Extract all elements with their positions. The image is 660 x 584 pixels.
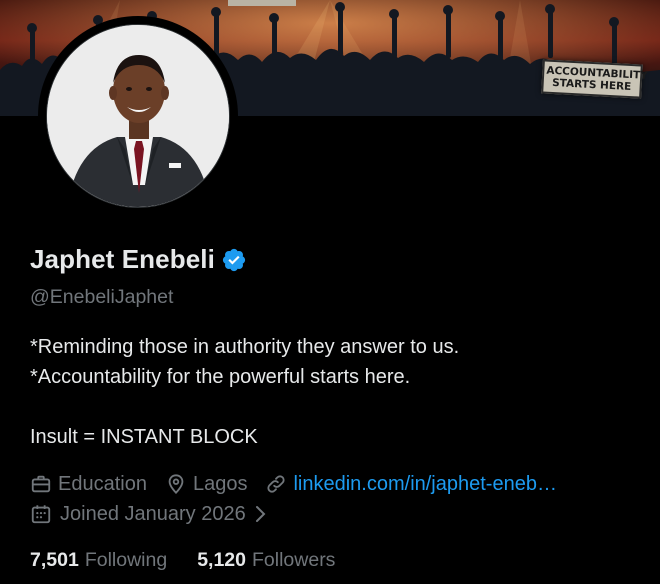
meta-location: Lagos bbox=[165, 472, 248, 496]
avatar[interactable] bbox=[46, 24, 230, 208]
website-link[interactable]: linkedin.com/in/japhet-eneb… bbox=[293, 473, 557, 496]
following-label: Following bbox=[84, 548, 168, 571]
chevron-right-icon[interactable] bbox=[252, 504, 268, 524]
meta-category: Education bbox=[30, 473, 147, 496]
followers-label: Followers bbox=[252, 548, 336, 571]
joined-date: Joined January 2026 bbox=[60, 502, 246, 525]
profile-name-row: Japhet Enebeli bbox=[30, 244, 247, 275]
briefcase-icon bbox=[31, 475, 51, 493]
display-name: Japhet Enebeli bbox=[30, 244, 215, 274]
followers-link[interactable]: 5,120 Followers bbox=[197, 549, 365, 572]
profile-bio: *Reminding those in authority they answe… bbox=[30, 336, 460, 448]
following-link[interactable]: 7,501 Following bbox=[30, 549, 197, 572]
profile-meta-row: Education Lagos linkedin.com/in/japhet-e… bbox=[30, 470, 575, 498]
verified-badge-icon[interactable] bbox=[221, 247, 247, 273]
profile-handle: @EnebeliJaphet bbox=[30, 286, 174, 308]
followers-count: 5,120 bbox=[197, 548, 246, 571]
protest-sign: ACCOUNTABILITY STARTS HERE bbox=[541, 59, 648, 99]
location-pin-icon bbox=[168, 474, 184, 495]
calendar-icon bbox=[31, 505, 51, 524]
meta-category-label: Education bbox=[58, 472, 147, 495]
avatar-portrait bbox=[47, 25, 229, 207]
profile-joined-row[interactable]: Joined January 2026 bbox=[30, 500, 276, 528]
meta-website[interactable]: linkedin.com/in/japhet-eneb… bbox=[265, 473, 557, 496]
following-count: 7,501 bbox=[30, 548, 79, 571]
follow-stats: 7,501 Following 5,120 Followers bbox=[30, 546, 365, 574]
meta-location-label: Lagos bbox=[192, 472, 248, 495]
link-icon bbox=[267, 475, 286, 493]
